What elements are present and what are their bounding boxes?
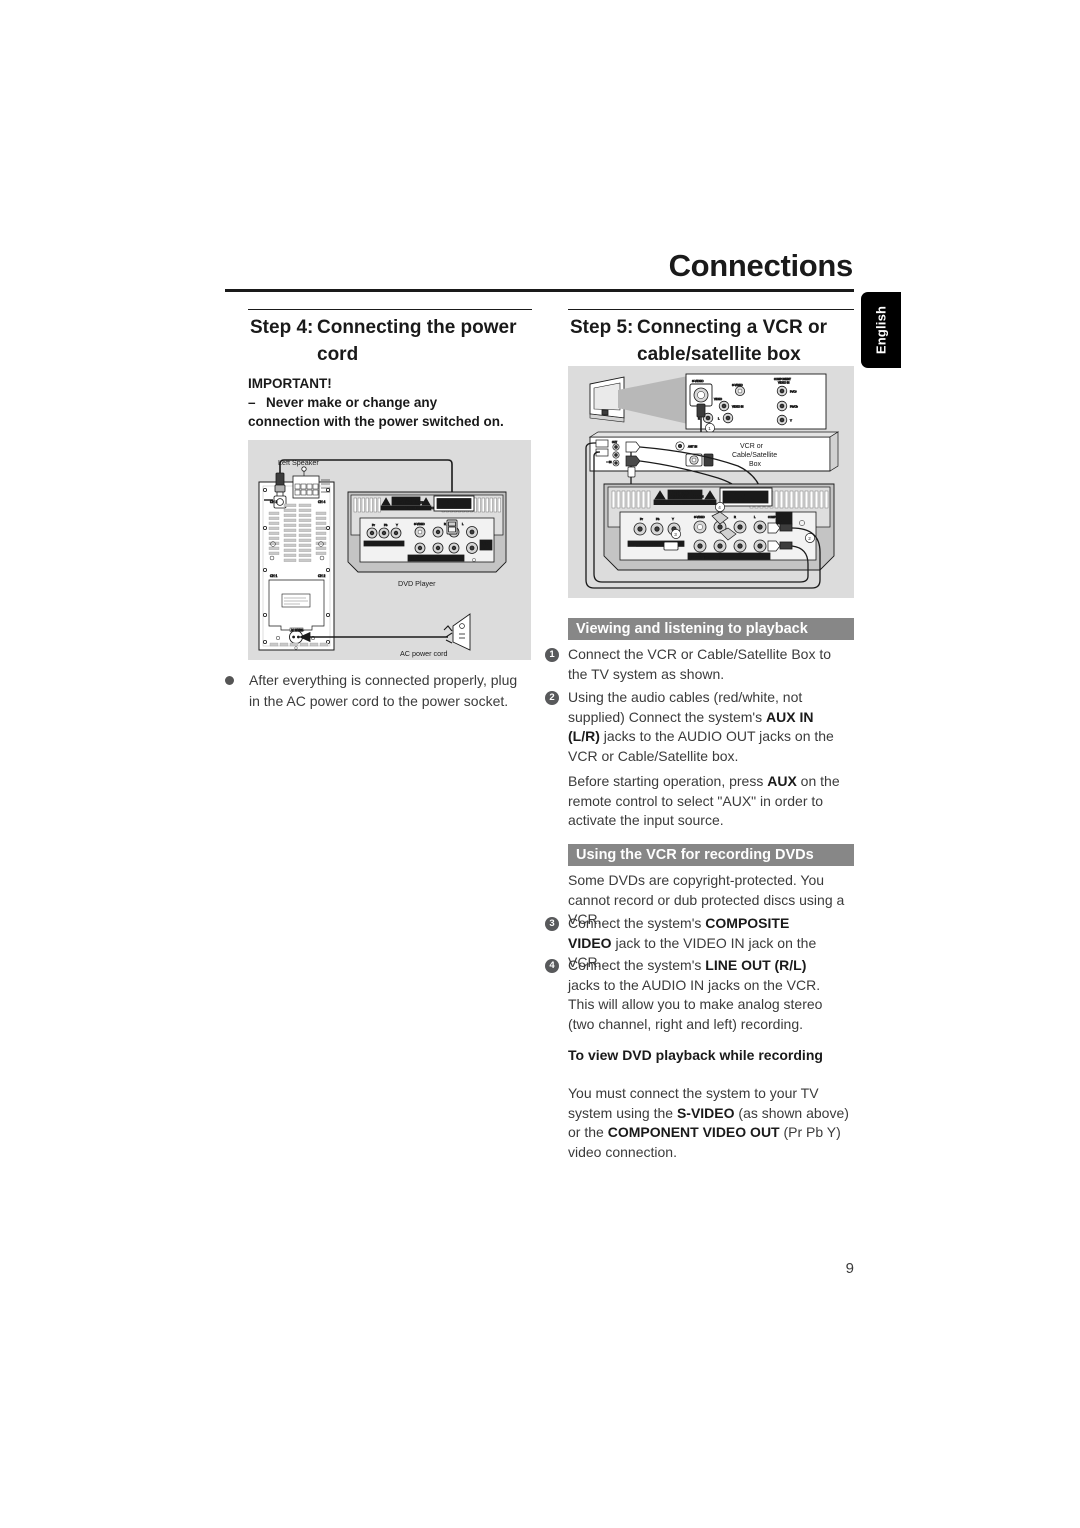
svg-text:Pr/Cr: Pr/Cr	[790, 390, 797, 394]
svg-text:AC power cord: AC power cord	[400, 649, 448, 658]
power-cord-bullet: After everything is connected properly, …	[225, 670, 525, 712]
aux-note-paragraph: Before starting operation, press AUX on …	[568, 773, 840, 828]
power-cord-connection-diagram: CH 3 CH 4 CH 1 CH 2 AC MAINS~ CAUTION VI…	[248, 440, 531, 660]
svg-text:CAUTION WHEN OPEN AVOID EXPOSU: CAUTION WHEN OPEN AVOID EXPOSURE TO BEAM	[655, 502, 714, 505]
svg-text:VIDEO OUT LINE OUT AUX: VIDEO OUT LINE OUT AUX IN	[410, 558, 441, 561]
svg-text:AC MAINS~: AC MAINS~	[291, 629, 305, 632]
power-cord-bullet-text: After everything is connected properly, …	[249, 672, 518, 709]
numbered-step-4: 4 Connect the system's LINE OUT (R/L) ja…	[545, 956, 835, 1034]
svg-text:COMPONENT VIDEO OUT: COMPONENT VIDEO OUT	[366, 542, 398, 546]
svg-text:Y: Y	[790, 419, 792, 423]
step4-divider	[248, 309, 532, 310]
svg-text:CAUTION WHEN OPEN AVOID EXPOSU: CAUTION WHEN OPEN AVOID EXPOSURE TO BEAM	[382, 507, 439, 510]
step5-divider	[568, 309, 854, 310]
svg-text:VCR or: VCR or	[740, 443, 764, 450]
language-tab-label: English	[873, 305, 889, 355]
step-1-text: Connect the VCR or Cable/Satellite Box t…	[568, 646, 832, 682]
section-header-viewing: Viewing and listening to playback	[568, 618, 854, 640]
svg-text:S-VIDEO: S-VIDEO	[414, 522, 425, 526]
step-badge-3: 3	[545, 917, 559, 931]
header-divider	[225, 289, 854, 292]
svg-text:S-VIDEO: S-VIDEO	[694, 515, 705, 519]
step-2-text: Using the audio cables (red/white, not s…	[568, 689, 834, 764]
svg-text:Box: Box	[749, 461, 762, 468]
svg-text:Left Speaker: Left Speaker	[278, 458, 319, 467]
step5-heading: Step 5: Connecting a VCR or cable/satell…	[570, 314, 860, 368]
svg-text:CH 2: CH 2	[318, 574, 325, 578]
svg-text:VIDEO: VIDEO	[714, 397, 722, 401]
svg-text:Y: Y	[396, 523, 398, 527]
svg-text:OUT: OUT	[612, 441, 618, 444]
svg-text:COMPOSITE: COMPOSITE	[410, 557, 424, 559]
important-heading: IMPORTANT!	[248, 376, 332, 391]
svg-text:Pb/Cb: Pb/Cb	[790, 405, 798, 409]
important-notice: IMPORTANT! – Never make or change any con…	[248, 374, 538, 431]
svg-text:ANT IN: ANT IN	[688, 445, 697, 449]
numbered-step-2: 2 Using the audio cables (red/white, not…	[545, 688, 835, 766]
important-dash: –	[248, 395, 256, 410]
numbered-step-1: 1 Connect the VCR or Cable/Satellite Box…	[545, 645, 835, 684]
svg-text:CAUTION VISIBLE AND: CAUTION VISIBLE AND	[670, 492, 696, 495]
svg-text:CH 4: CH 4	[318, 500, 325, 504]
svg-text:VIDEO IN: VIDEO IN	[778, 381, 790, 385]
step-badge-4: 4	[545, 959, 559, 973]
step5-title: Connecting a VCR or cable/satellite box	[637, 317, 828, 365]
svg-text:DIGITAL: DIGITAL	[481, 542, 490, 545]
page-number: 9	[845, 1260, 854, 1277]
svg-text:DIGITAL: DIGITAL	[778, 515, 788, 518]
language-tab: English	[861, 292, 901, 368]
bullet-dot-icon	[225, 676, 234, 685]
step5-label: Step 5:	[570, 317, 634, 338]
svg-text:Pb: Pb	[384, 523, 388, 527]
svg-text:COMPOSITE R L: COMPOSITE R L	[690, 555, 709, 557]
view-while-recording-paragraph: You must connect the system to your TV s…	[568, 1085, 849, 1160]
vcr-cable-satellite-connection-diagram: S-VIDEO S-VIDEO COMPONENT VIDEO IN Pr/Cr…	[568, 366, 854, 598]
page-title: Connections	[668, 248, 854, 283]
svg-text:OUT: OUT	[780, 519, 786, 522]
svg-text:S-VIDEO: S-VIDEO	[692, 379, 704, 383]
svg-text:CH 1: CH 1	[270, 574, 277, 578]
svg-text:Y: Y	[672, 517, 674, 521]
manual-page: Connections English Step 4: Connecting t…	[0, 0, 1080, 1528]
svg-text:INVISIBLE LASER RADIATION: INVISIBLE LASER RADIATION	[670, 495, 704, 498]
svg-text:Pr: Pr	[640, 517, 643, 521]
svg-text:LASER PRODUCT: LASER PRODUCT	[727, 499, 756, 503]
step-badge-1: 1	[545, 648, 559, 662]
step4-title: Connecting the power cord	[317, 317, 517, 365]
svg-text:DVD Player: DVD Player	[398, 579, 436, 588]
svg-text:COMPONENT: COMPONENT	[774, 377, 791, 381]
svg-text:R: R	[444, 522, 446, 526]
svg-text:INVISIBLE LASER RADIATION: INVISIBLE LASER RADIATION	[394, 501, 426, 504]
svg-text:1: 1	[708, 426, 711, 431]
svg-text:VIDEO IN: VIDEO IN	[732, 405, 744, 409]
svg-text:CLASS 1: CLASS 1	[733, 493, 747, 497]
svg-text:VIDEO OUT LINE OUT AUX: VIDEO OUT LINE OUT AUX IN	[690, 557, 722, 560]
svg-text:OUT: OUT	[483, 547, 488, 549]
svg-text:CLASS 1: CLASS 1	[444, 500, 457, 504]
svg-text:3: 3	[674, 532, 677, 537]
step-4-text: Connect the system's LINE OUT (R/L) jack…	[568, 957, 823, 1032]
section-header-recording: Using the VCR for recording DVDs	[568, 844, 854, 866]
step4-label: Step 4:	[250, 317, 314, 338]
svg-text:Pb: Pb	[656, 517, 660, 521]
step4-heading: Step 4: Connecting the power cord	[250, 314, 534, 368]
svg-text:R: R	[734, 515, 736, 519]
svg-text:4: 4	[718, 505, 721, 510]
svg-text:LASER PRODUCT: LASER PRODUCT	[440, 504, 466, 508]
svg-text:CAUTION VISIBLE AND: CAUTION VISIBLE AND	[394, 498, 419, 501]
svg-text:CH 3: CH 3	[270, 500, 277, 504]
important-line-1: Never make or change any	[266, 395, 438, 410]
svg-text:Pr: Pr	[372, 523, 375, 527]
step-badge-2: 2	[545, 691, 559, 705]
subsection-heading-view-while-recording: To view DVD playback while recording	[568, 1047, 823, 1063]
important-line-2: connection with the power switched on.	[248, 414, 504, 429]
svg-text:2: 2	[808, 536, 811, 541]
svg-text:Cable/Satellite: Cable/Satellite	[732, 452, 777, 459]
